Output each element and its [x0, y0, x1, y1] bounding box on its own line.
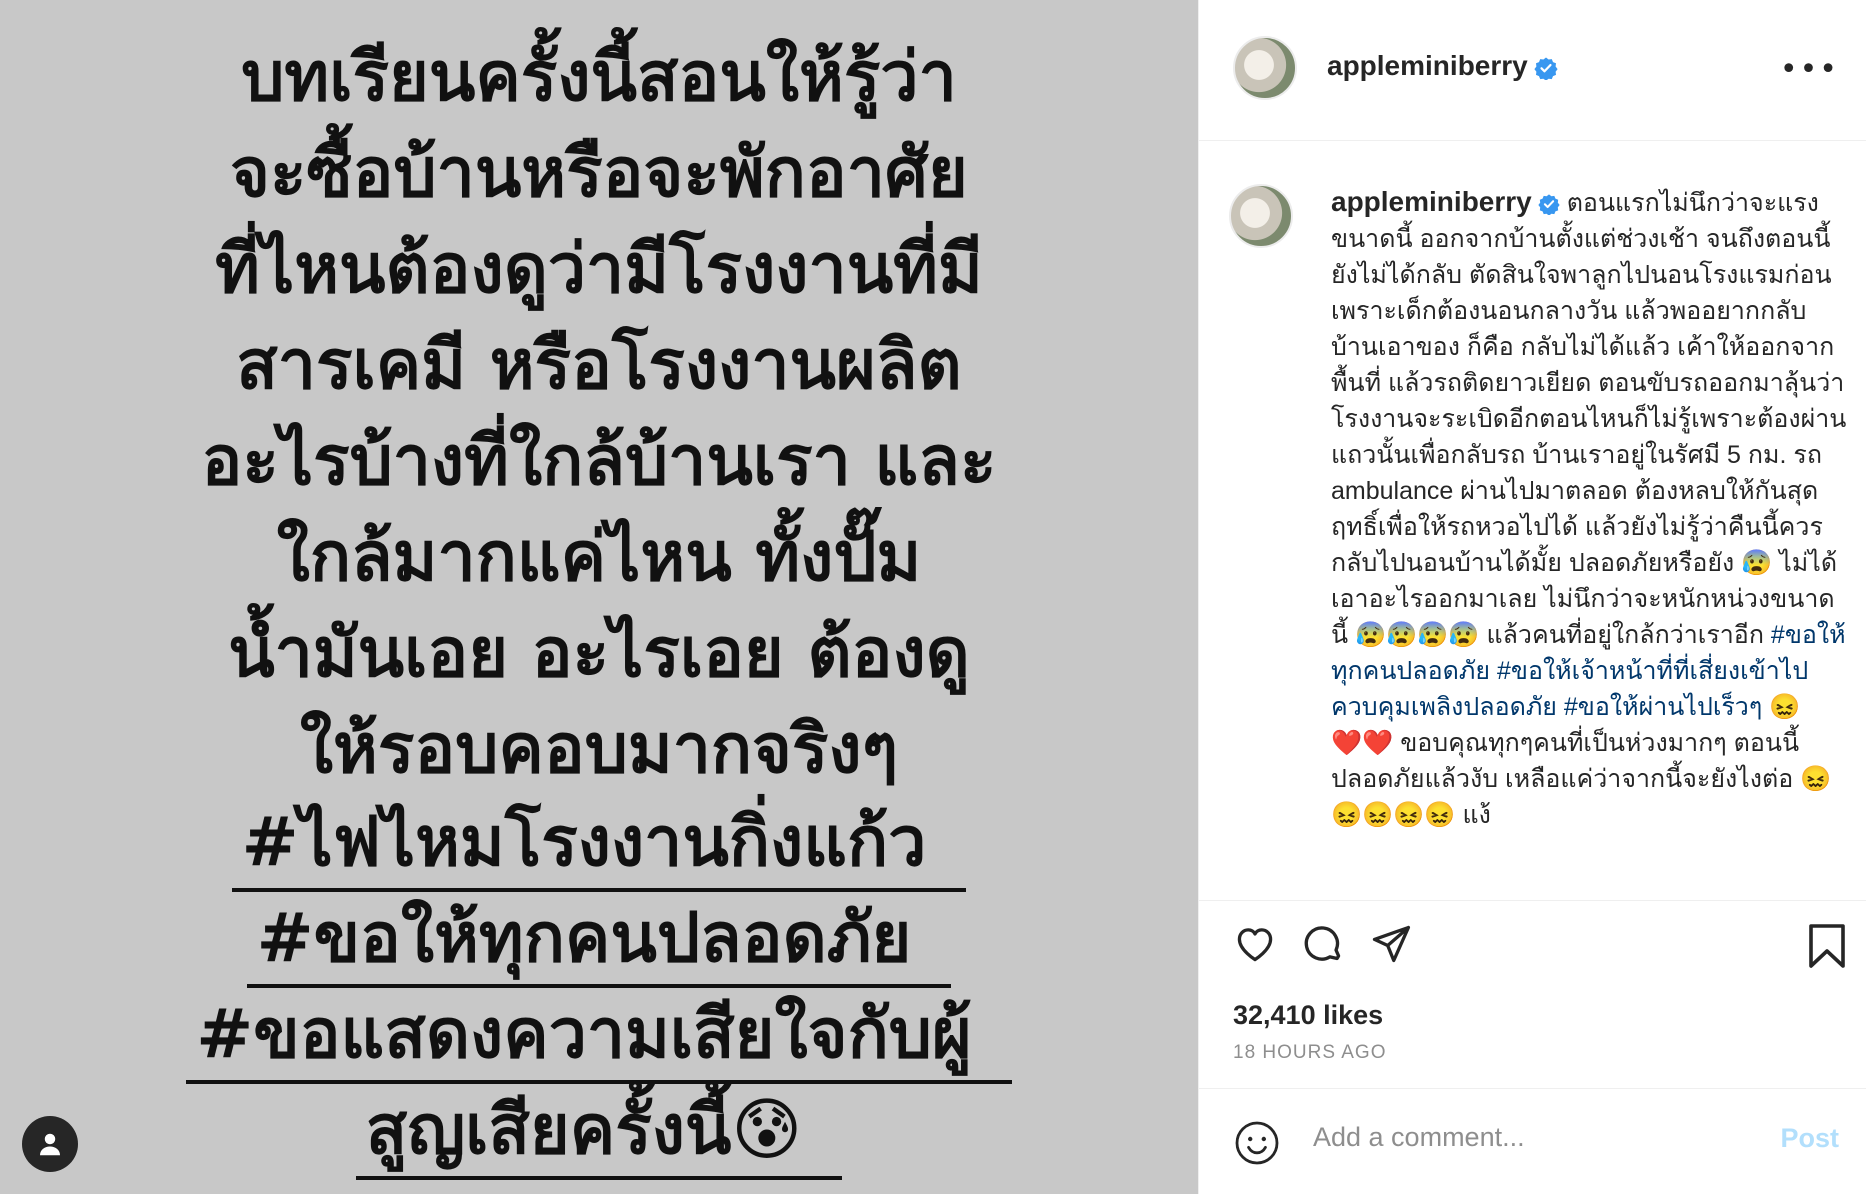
share-icon[interactable] — [1369, 922, 1413, 966]
caption-avatar[interactable] — [1229, 184, 1293, 248]
image-text-block: บทเรียนครั้งนี้สอนให้รู้ว่า จะซื้อบ้านหร… — [0, 30, 1198, 1182]
caption-area: appleminiberry ตอนแรกไม่นึกว่าจะแรงขนาดน… — [1199, 140, 1866, 901]
user-icon — [40, 1133, 60, 1156]
image-text-line: ให้รอบคอบมากจริงๆ — [299, 710, 899, 789]
image-hashtag: สูญเสียครั้งนี้😰 — [355, 1086, 843, 1180]
post-timestamp[interactable]: 18 HOURS AGO — [1233, 1042, 1387, 1064]
likes-count[interactable]: 32,410 likes — [1233, 1000, 1383, 1031]
image-hashtag: #ขอแสดงความเสียใจกับผู้ — [186, 990, 1012, 1084]
verified-badge-icon — [1534, 57, 1558, 80]
image-text-line: ที่ไหนต้องดูว่ามีโรงงานที่มี — [215, 230, 983, 309]
bookmark-icon[interactable] — [1805, 922, 1849, 970]
image-hashtag: #ไฟไหมโรงงานกิ่งแก้ว — [231, 798, 967, 892]
post-actions: 32,410 likes 18 HOURS AGO — [1199, 900, 1866, 1090]
image-text-line: ใกล้มากแค่ไหน ทั้งปั๊ม — [276, 518, 922, 597]
image-text-line: สารเคมี หรือโรงงานผลิต — [236, 326, 962, 405]
tagged-users-button[interactable] — [22, 1116, 78, 1172]
username-text[interactable]: appleminiberry — [1327, 50, 1528, 81]
post-sidebar: appleminiberry ••• appleminiberry ตอนแรก… — [1198, 0, 1866, 1194]
verified-badge-icon — [1538, 194, 1560, 216]
comment-icon[interactable] — [1301, 922, 1345, 966]
comment-input[interactable] — [1311, 1121, 1715, 1154]
comment-bar: Post — [1199, 1088, 1866, 1195]
caption-text: appleminiberry ตอนแรกไม่นึกว่าจะแรงขนาดน… — [1331, 184, 1851, 833]
image-text-line: อะไรบ้างที่ใกล้บ้านเรา และ — [201, 422, 997, 501]
post-button[interactable]: Post — [1780, 1123, 1839, 1154]
image-text-line: น้ำมันเอย อะไรเอย ต้องดู — [228, 614, 970, 693]
image-text-line: บทเรียนครั้งนี้สอนให้รู้ว่า — [241, 38, 957, 117]
caption-body-end: ❤️❤️ ขอบคุณทุกๆคนที่เป็นห่วงมากๆ ตอนนี้ป… — [1331, 729, 1832, 829]
emoji-icon[interactable] — [1233, 1119, 1281, 1167]
caption-body: ตอนแรกไม่นึกว่าจะแรงขนาดนี้ ออกจากบ้านตั… — [1331, 189, 1847, 649]
image-text-line: จะซื้อบ้านหรือจะพักอาศัย — [230, 134, 968, 213]
post-header: appleminiberry ••• — [1199, 0, 1866, 141]
hashtag-link[interactable]: #ขอให้ผ่านไปเร็วๆ — [1564, 693, 1762, 721]
avatar[interactable] — [1233, 36, 1297, 100]
post-image: บทเรียนครั้งนี้สอนให้รู้ว่า จะซื้อบ้านหร… — [0, 0, 1198, 1194]
header-username[interactable]: appleminiberry — [1327, 50, 1558, 82]
heart-icon[interactable] — [1233, 922, 1277, 966]
image-hashtag: #ขอให้ทุกคนปลอดภัย — [246, 894, 952, 988]
caption-emoji: 😖 — [1769, 693, 1801, 721]
caption-username[interactable]: appleminiberry — [1331, 186, 1532, 217]
more-horizontal-icon[interactable]: ••• — [1780, 52, 1839, 87]
